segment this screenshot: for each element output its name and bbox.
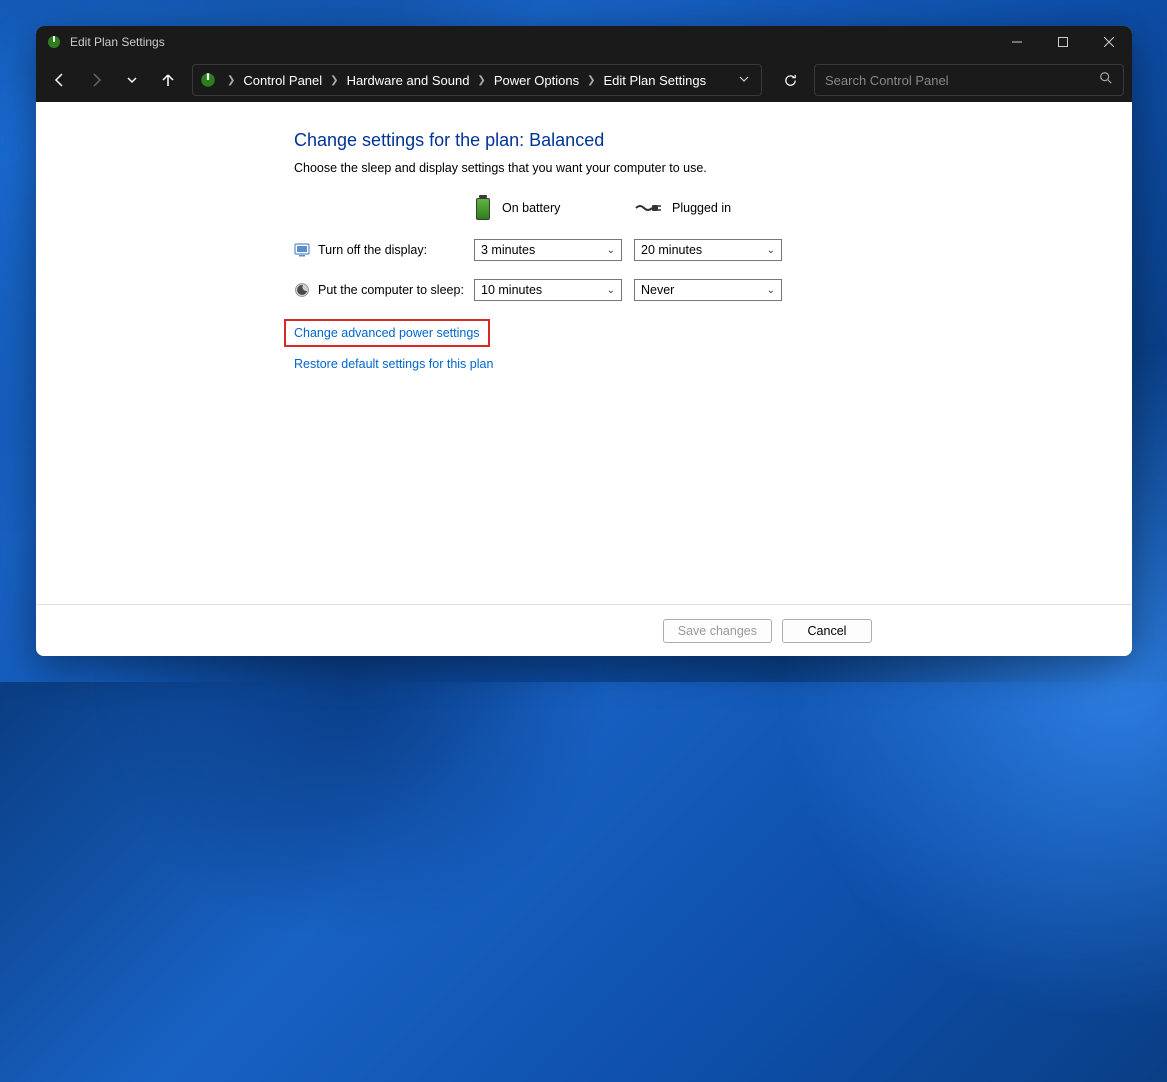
breadcrumb[interactable]: ❯ Control Panel ❯ Hardware and Sound ❯ P… (192, 64, 762, 96)
search-input[interactable] (825, 73, 1099, 88)
close-button[interactable] (1086, 26, 1132, 58)
column-headers: On battery Plugged in (294, 195, 1092, 221)
chevron-down-icon[interactable] (733, 69, 755, 91)
battery-icon (474, 195, 492, 221)
back-button[interactable] (44, 64, 76, 96)
sleep-icon (294, 282, 310, 298)
sleep-plugged-dropdown[interactable]: Never ⌄ (634, 279, 782, 301)
col-plugged-in: Plugged in (634, 195, 794, 221)
app-icon (46, 34, 62, 50)
page-subtext: Choose the sleep and display settings th… (294, 161, 1092, 175)
links-section: Change advanced power settings Restore d… (294, 319, 1092, 383)
chevron-down-icon: ⌄ (767, 285, 775, 296)
col-label: Plugged in (672, 201, 731, 215)
plug-icon (634, 201, 662, 215)
change-advanced-link[interactable]: Change advanced power settings (284, 319, 490, 347)
dropdown-value: 3 minutes (481, 243, 535, 257)
sleep-battery-dropdown[interactable]: 10 minutes ⌄ (474, 279, 622, 301)
power-options-icon (199, 71, 217, 89)
maximize-button[interactable] (1040, 26, 1086, 58)
dropdown-value: 20 minutes (641, 243, 702, 257)
search-box[interactable] (814, 64, 1124, 96)
dropdown-value: 10 minutes (481, 283, 542, 297)
setting-sleep: Put the computer to sleep: 10 minutes ⌄ N… (294, 279, 1092, 301)
search-icon[interactable] (1099, 71, 1113, 90)
forward-button[interactable] (80, 64, 112, 96)
setting-display: Turn off the display: 3 minutes ⌄ 20 minu… (294, 239, 1092, 261)
save-button[interactable]: Save changes (663, 619, 772, 643)
chevron-right-icon: ❯ (583, 75, 599, 86)
chevron-down-icon: ⌄ (607, 285, 615, 296)
display-battery-dropdown[interactable]: 3 minutes ⌄ (474, 239, 622, 261)
col-on-battery: On battery (474, 195, 634, 221)
setting-label: Turn off the display: (318, 243, 427, 257)
breadcrumb-item[interactable]: Edit Plan Settings (599, 71, 710, 90)
chevron-right-icon: ❯ (473, 75, 489, 86)
dropdown-value: Never (641, 283, 674, 297)
breadcrumb-item[interactable]: Power Options (490, 71, 583, 90)
chevron-down-icon: ⌄ (767, 245, 775, 256)
restore-defaults-link[interactable]: Restore default settings for this plan (294, 357, 493, 371)
chevron-right-icon: ❯ (326, 75, 342, 86)
titlebar: Edit Plan Settings (36, 26, 1132, 58)
refresh-button[interactable] (774, 64, 806, 96)
breadcrumb-item[interactable]: Hardware and Sound (343, 71, 474, 90)
up-button[interactable] (152, 64, 184, 96)
cancel-button[interactable]: Cancel (782, 619, 872, 643)
chevron-down-icon: ⌄ (607, 245, 615, 256)
address-bar: ❯ Control Panel ❯ Hardware and Sound ❯ P… (36, 58, 1132, 102)
minimize-button[interactable] (994, 26, 1040, 58)
footer: Save changes Cancel (36, 604, 1132, 656)
display-icon (294, 242, 310, 258)
window-title: Edit Plan Settings (70, 35, 165, 49)
recent-button[interactable] (116, 64, 148, 96)
col-label: On battery (502, 201, 560, 215)
chevron-right-icon: ❯ (223, 75, 239, 86)
display-plugged-dropdown[interactable]: 20 minutes ⌄ (634, 239, 782, 261)
window: Edit Plan Settings ❯ Control Panel ❯ Har… (36, 26, 1132, 656)
breadcrumb-item[interactable]: Control Panel (239, 71, 326, 90)
setting-label: Put the computer to sleep: (318, 283, 464, 297)
content-area: Change settings for the plan: Balanced C… (36, 102, 1132, 604)
page-heading: Change settings for the plan: Balanced (294, 130, 1092, 151)
